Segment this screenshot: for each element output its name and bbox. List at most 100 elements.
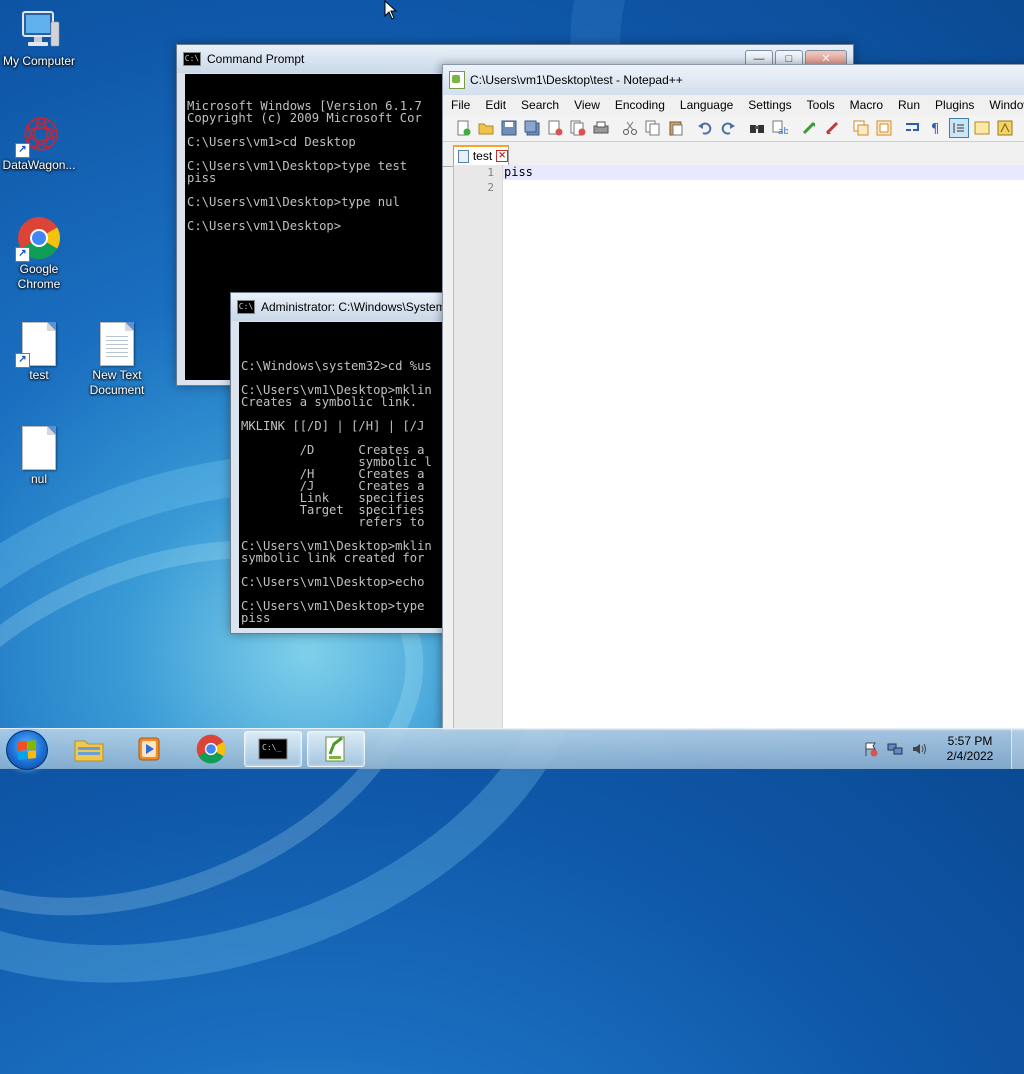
function-list-icon[interactable]	[995, 118, 1015, 138]
chrome-icon	[196, 734, 226, 764]
taskbar-cmd-button[interactable]: C:\_	[244, 731, 302, 767]
desktop-icon-label: Google Chrome	[17, 262, 61, 291]
menu-tools[interactable]: Tools	[799, 98, 842, 112]
desktop-icon-label: test	[29, 368, 49, 382]
system-tray: 5:57 PM 2/4/2022	[863, 729, 1024, 769]
zoom-in-icon[interactable]	[799, 118, 819, 138]
notepadpp-icon	[325, 736, 345, 762]
save-all-icon[interactable]	[522, 118, 542, 138]
wrap-icon[interactable]	[903, 118, 923, 138]
open-icon[interactable]	[476, 118, 496, 138]
media-player-icon	[138, 737, 160, 761]
save-icon[interactable]	[499, 118, 519, 138]
network-icon[interactable]	[887, 741, 903, 757]
desktop-icon-my-computer[interactable]: My Computer	[0, 8, 78, 69]
window-titlebar[interactable]: C:\ Administrator: C:\Windows\System	[231, 293, 451, 321]
show-all-icon[interactable]: ¶	[926, 118, 946, 138]
menu-file[interactable]: File	[443, 98, 477, 112]
doc-map-icon[interactable]	[972, 118, 992, 138]
menu-plugins[interactable]: Plugins	[927, 98, 981, 112]
console-line: C:\Windows\system32>cd %us	[241, 359, 432, 373]
cut-icon[interactable]	[620, 118, 640, 138]
desktop-icon-google-chrome[interactable]: ↗ Google Chrome	[0, 216, 78, 292]
document-icon	[458, 149, 469, 163]
code-text[interactable]: piss	[503, 165, 1024, 195]
close-all-icon[interactable]	[568, 118, 588, 138]
datawagon-icon: ↗	[15, 112, 61, 158]
new-icon[interactable]	[453, 118, 473, 138]
console-line: C:\Users\vm1\Desktop>echo	[241, 575, 425, 589]
editor-area[interactable]: 1 2 piss	[453, 165, 1024, 730]
svg-text:C:\_: C:\_	[262, 743, 281, 752]
shortcut-arrow-icon: ↗	[15, 247, 30, 262]
replace-icon[interactable]: ab	[770, 118, 790, 138]
sync-v-icon[interactable]	[851, 118, 871, 138]
close-icon[interactable]	[545, 118, 565, 138]
menu-search[interactable]: Search	[513, 98, 566, 112]
show-desktop-button[interactable]	[1011, 729, 1024, 769]
window-title: C:\Users\vm1\Desktop\test - Notepad++	[470, 73, 683, 87]
zoom-out-icon[interactable]	[822, 118, 842, 138]
menu-edit[interactable]: Edit	[477, 98, 513, 112]
menu-run[interactable]: Run	[890, 98, 927, 112]
taskbar-chrome-button[interactable]	[182, 731, 240, 767]
chrome-icon: ↗	[15, 216, 61, 262]
taskbar-media-player-button[interactable]	[121, 731, 179, 767]
start-button[interactable]	[6, 730, 48, 770]
copy-icon[interactable]	[643, 118, 663, 138]
console-output[interactable]: C:\Windows\system32>cd %us C:\Users\vm1\D…	[239, 322, 455, 628]
shortcut-arrow-icon: ↗	[15, 143, 30, 158]
notepadpp-window[interactable]: C:\Users\vm1\Desktop\test - Notepad++ Fi…	[442, 64, 1024, 731]
clock-date: 2/4/2022	[946, 749, 994, 763]
menu-view[interactable]: View	[566, 98, 607, 112]
print-icon[interactable]	[591, 118, 611, 138]
desktop-icon-new-text-document[interactable]: New Text Document	[78, 322, 156, 398]
taskbar-notepadpp-button[interactable]	[307, 731, 365, 767]
code-line[interactable]	[503, 180, 1024, 195]
taskbar-explorer-button[interactable]	[60, 731, 118, 767]
computer-icon	[17, 8, 61, 52]
sync-h-icon[interactable]	[874, 118, 894, 138]
desktop-icon-label: nul	[30, 472, 47, 486]
tab-test[interactable]: test ✕	[453, 145, 509, 165]
folder-icon	[74, 740, 104, 762]
console-line: C:\Users\vm1\Desktop>type	[241, 599, 425, 613]
menu-bar: File Edit Search View Encoding Language …	[443, 95, 1024, 115]
code-line[interactable]: piss	[503, 165, 1024, 180]
desktop-icon-datawagon[interactable]: ↗ DataWagon...	[0, 112, 78, 173]
paste-icon[interactable]	[666, 118, 686, 138]
svg-text:ab: ab	[778, 127, 788, 136]
volume-icon[interactable]	[911, 741, 927, 757]
menu-macro[interactable]: Macro	[842, 98, 890, 112]
window-titlebar[interactable]: C:\Users\vm1\Desktop\test - Notepad++	[443, 65, 1024, 95]
file-icon	[17, 426, 61, 470]
find-icon[interactable]	[747, 118, 767, 138]
cmd-icon: C:\	[237, 300, 255, 314]
admin-command-prompt-window[interactable]: C:\ Administrator: C:\Windows\System C:\…	[230, 292, 455, 634]
action-center-flag-icon[interactable]	[863, 741, 879, 757]
clock[interactable]: 5:57 PM 2/4/2022	[935, 734, 1005, 764]
cmd-icon: C:\_	[258, 738, 288, 760]
desktop-icon-nul[interactable]: nul	[0, 426, 78, 487]
tab-close-icon[interactable]: ✕	[496, 150, 508, 162]
console-line: piss	[241, 611, 271, 625]
desktop-icon-test[interactable]: ↗ test	[0, 322, 78, 383]
clock-time: 5:57 PM	[947, 734, 993, 748]
redo-icon[interactable]	[718, 118, 738, 138]
line-number: 1	[487, 166, 494, 179]
cmd-icon: C:\	[183, 52, 201, 66]
menu-language[interactable]: Language	[672, 98, 740, 112]
line-number-gutter: 1 2	[454, 165, 503, 730]
window-title: Command Prompt	[207, 52, 305, 66]
console-line: refers to	[241, 515, 425, 529]
menu-settings[interactable]: Settings	[740, 98, 798, 112]
desktop-icon-label: New Text Document	[89, 368, 145, 397]
indent-guide-icon[interactable]	[949, 118, 969, 138]
taskbar: C:\_ 5:57 PM 2/4/2022	[0, 728, 1024, 770]
windows-logo-icon	[18, 740, 36, 760]
menu-encoding[interactable]: Encoding	[607, 98, 672, 112]
undo-icon[interactable]	[695, 118, 715, 138]
shortcut-arrow-icon: ↗	[15, 353, 30, 368]
menu-window[interactable]: Window	[981, 98, 1024, 112]
